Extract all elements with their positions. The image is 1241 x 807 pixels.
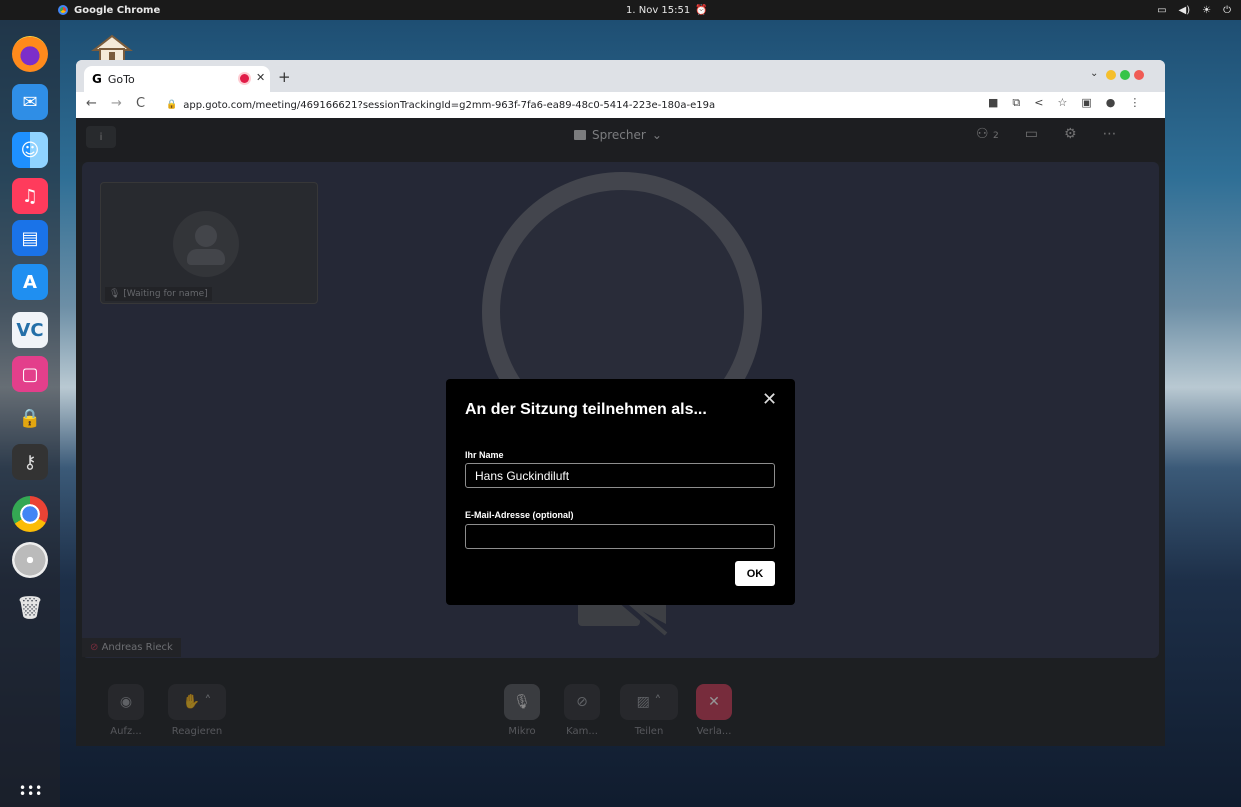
new-tab-button[interactable]: + [278,68,291,86]
keychain-icon[interactable]: ⚷ [12,444,48,480]
close-dialog-icon[interactable]: ✕ [762,389,777,410]
document-editor-icon[interactable]: ▤ [12,220,48,256]
veracrypt-icon[interactable]: VC [12,312,48,348]
notification-icon[interactable]: ⏰ [695,5,707,16]
finder-icon[interactable]: ☺ [12,132,48,168]
browser-toolbar: ← → C 🔒 app.goto.com/meeting/469166621?s… [76,92,1165,118]
chrome-icon[interactable] [12,496,48,532]
close-tab-icon[interactable]: ✕ [256,71,265,84]
name-field[interactable] [465,463,775,488]
share-icon[interactable]: < [1034,96,1043,110]
window-controls [1106,70,1144,80]
email-label: E-Mail-Adresse (optional) [465,510,574,520]
side-panel-icon[interactable]: ▣ [1081,96,1091,110]
modal-overlay: An der Sitzung teilnehmen als... ✕ Ihr N… [76,118,1165,746]
menu-icon[interactable]: ⋮ [1129,96,1140,110]
dock: ✉ ☺ ♫ ▤ A VC ▢ 🔒 ⚷ 🗑 ••• ••• [0,20,60,807]
bookmark-star-icon[interactable]: ☆ [1057,96,1067,110]
translate-icon[interactable]: ⧉ [1012,96,1020,110]
tab-goto[interactable]: G GoTo ✕ [84,66,270,92]
system-tray: ▭ ◀) ☀ ⏻ [1157,5,1231,16]
chrome-app-icon [58,5,68,15]
volume-icon[interactable]: ◀) [1179,5,1191,16]
trash-icon[interactable]: 🗑 [12,590,48,626]
address-bar[interactable]: 🔒 app.goto.com/meeting/469166621?session… [166,95,1046,115]
goto-logo-icon: G [92,72,102,86]
minimize-button[interactable] [1106,70,1116,80]
email-field[interactable] [465,524,775,549]
music-icon[interactable]: ♫ [12,178,48,214]
home-folder-icon[interactable] [90,34,134,62]
lock-app-icon[interactable]: 🔒 [12,400,48,436]
browser-window: G GoTo ✕ + ⌄ ← → C 🔒 app.goto.com/meetin… [76,60,1165,746]
profile-icon[interactable]: ● [1106,96,1116,110]
clock[interactable]: 1. Nov 15:51 [626,5,690,16]
reload-icon[interactable]: C [136,96,145,111]
active-app-name[interactable]: Google Chrome [74,5,160,16]
join-as-dialog: An der Sitzung teilnehmen als... ✕ Ihr N… [446,379,795,605]
display-icon[interactable]: ▭ [1157,5,1166,16]
camera-in-use-icon[interactable]: ■ [988,96,998,110]
app-store-icon[interactable]: A [12,264,48,300]
back-icon[interactable]: ← [86,96,97,111]
accessibility-icon[interactable]: ☀ [1202,5,1211,16]
dialog-title: An der Sitzung teilnehmen als... [465,401,707,418]
ok-button[interactable]: OK [735,561,775,586]
url-text[interactable]: app.goto.com/meeting/469166621?sessionTr… [183,100,715,111]
tab-strip: G GoTo ✕ + ⌄ [76,60,1165,92]
tab-search-icon[interactable]: ⌄ [1090,68,1098,79]
show-apps-icon[interactable]: ••• ••• [19,782,43,800]
tab-title: GoTo [107,72,135,86]
firefox-icon[interactable] [12,36,48,72]
system-menu-bar: Google Chrome 1. Nov 15:51 ⏰ ▭ ◀) ☀ ⏻ [0,0,1241,20]
name-label: Ihr Name [465,450,504,460]
mail-icon[interactable]: ✉ [12,84,48,120]
dvd-player-icon[interactable] [12,542,48,578]
toolbar-actions: ■ ⧉ < ☆ ▣ ● ⋮ [988,96,1140,110]
lock-icon[interactable]: 🔒 [166,100,177,110]
recording-icon [240,74,249,83]
close-window-button[interactable] [1134,70,1144,80]
pink-app-icon[interactable]: ▢ [12,356,48,392]
power-icon[interactable]: ⏻ [1223,5,1231,16]
maximize-button[interactable] [1120,70,1130,80]
forward-icon[interactable]: → [111,96,122,111]
